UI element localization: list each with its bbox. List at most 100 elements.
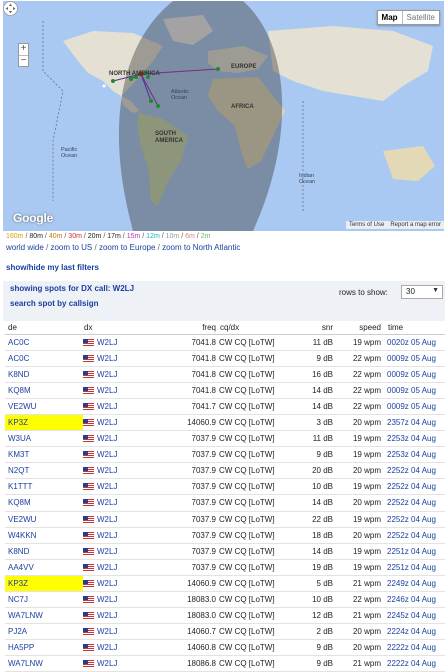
zoom-north-atlantic-link[interactable]: zoom to North Atlantic [162, 243, 240, 252]
dx-callsign[interactable]: W2LJ [97, 659, 117, 668]
cell-time[interactable]: 2253z 04 Aug [387, 430, 445, 448]
cell-dx[interactable]: W2LJ [83, 446, 133, 464]
cell-dx[interactable]: W2LJ [83, 607, 133, 625]
cell-de[interactable]: K1TTT [5, 478, 83, 496]
cell-dx[interactable]: W2LJ [83, 623, 133, 641]
cell-time[interactable]: 2249z 04 Aug [387, 575, 445, 593]
cell-de[interactable]: K8ND [5, 366, 83, 383]
dx-callsign[interactable]: W2LJ [97, 498, 117, 507]
cell-de[interactable]: AC0C [5, 350, 83, 367]
cell-time[interactable]: 2252z 04 Aug [387, 478, 445, 496]
dx-callsign[interactable]: W2LJ [97, 418, 117, 427]
header-speed[interactable]: speed [337, 321, 387, 335]
cell-dx[interactable]: W2LJ [83, 414, 133, 432]
cell-time[interactable]: 2246z 04 Aug [387, 591, 445, 609]
cell-dx[interactable]: W2LJ [83, 639, 133, 657]
cell-dx[interactable]: W2LJ [83, 559, 133, 576]
cell-time[interactable]: 2252z 04 Aug [387, 462, 445, 480]
cell-de[interactable]: HA5PP [5, 639, 83, 657]
zoom-out-button[interactable]: − [19, 55, 28, 66]
band-17m[interactable]: 17m [107, 233, 121, 240]
cell-time[interactable]: 2245z 04 Aug [387, 607, 445, 625]
cell-dx[interactable]: W2LJ [83, 655, 133, 672]
show-hide-filters-link[interactable]: show/hide my last filters [6, 263, 448, 274]
cell-dx[interactable]: W2LJ [83, 462, 133, 480]
zoom-world-link[interactable]: world wide [6, 243, 44, 252]
cell-de[interactable]: PJ2A [5, 623, 83, 641]
zoom-us-link[interactable]: zoom to US [50, 243, 92, 252]
header-dx[interactable]: dx [83, 321, 133, 335]
cell-de[interactable]: WA7LNW [5, 655, 83, 672]
cell-de[interactable]: AC0C [5, 334, 83, 351]
dx-callsign[interactable]: W2LJ [97, 611, 117, 620]
spot-map[interactable]: NORTH AMERICA EUROPE AFRICA SOUTH AMERIC… [3, 1, 444, 231]
header-de[interactable]: de [5, 321, 83, 335]
cell-time[interactable]: 0009z 05 Aug [387, 382, 445, 399]
map-type-map-button[interactable]: Map [377, 11, 402, 24]
band-160m[interactable]: 160m [6, 233, 24, 240]
cell-dx[interactable]: W2LJ [83, 575, 133, 593]
cell-dx[interactable]: W2LJ [83, 430, 133, 448]
cell-time[interactable]: 2252z 04 Aug [387, 494, 445, 512]
cell-de[interactable]: KM3T [5, 446, 83, 464]
map-type-satellite-button[interactable]: Satellite [401, 11, 439, 24]
cell-dx[interactable]: W2LJ [83, 350, 133, 367]
dx-callsign[interactable]: W2LJ [97, 370, 117, 379]
cell-de[interactable]: KP3Z [5, 414, 83, 432]
search-by-callsign-link[interactable]: search spot by callsign [10, 299, 98, 308]
cell-de[interactable]: AA4VV [5, 559, 83, 576]
cell-time[interactable]: 0009z 05 Aug [387, 350, 445, 367]
cell-de[interactable]: VE2WU [5, 398, 83, 415]
cell-dx[interactable]: W2LJ [83, 591, 133, 609]
dx-callsign[interactable]: W2LJ [97, 595, 117, 604]
dx-callsign[interactable]: W2LJ [97, 627, 117, 636]
dx-callsign[interactable]: W2LJ [97, 547, 117, 556]
dx-callsign[interactable]: W2LJ [97, 515, 117, 524]
cell-de[interactable]: NC7J [5, 591, 83, 609]
cell-de[interactable]: WA7LNW [5, 607, 83, 625]
dx-callsign[interactable]: W2LJ [97, 338, 117, 347]
header-cq-dx[interactable]: cq/dx [219, 321, 293, 335]
dx-callsign[interactable]: W2LJ [97, 402, 117, 411]
cell-time[interactable]: 0009z 05 Aug [387, 398, 445, 415]
dx-callsign[interactable]: W2LJ [97, 531, 117, 540]
cell-time[interactable]: 2357z 04 Aug [387, 414, 445, 432]
band-10m[interactable]: 10m [166, 233, 180, 240]
cell-time[interactable]: 0020z 05 Aug [387, 334, 445, 351]
header-freq[interactable]: freq [133, 321, 219, 335]
band-80m[interactable]: 80m [29, 233, 43, 240]
header-snr[interactable]: snr [293, 321, 337, 335]
cell-de[interactable]: W4KKN [5, 527, 83, 544]
cell-de[interactable]: K8ND [5, 543, 83, 560]
band-12m[interactable]: 12m [146, 233, 160, 240]
cell-time[interactable]: 2253z 04 Aug [387, 446, 445, 464]
cell-time[interactable]: 2251z 04 Aug [387, 543, 445, 560]
cell-de[interactable]: KQ8M [5, 382, 83, 399]
dx-callsign[interactable]: W2LJ [97, 466, 117, 475]
band-6m[interactable]: 6m [185, 233, 195, 240]
dx-callsign[interactable]: W2LJ [97, 434, 117, 443]
cell-de[interactable]: KP3Z [5, 575, 83, 593]
band-15m[interactable]: 15m [127, 233, 141, 240]
cell-time[interactable]: 2224z 04 Aug [387, 623, 445, 641]
zoom-in-button[interactable]: + [19, 44, 28, 55]
band-20m[interactable]: 20m [88, 233, 102, 240]
pan-control-icon[interactable] [3, 1, 18, 16]
cell-de[interactable]: VE2WU [5, 511, 83, 528]
cell-dx[interactable]: W2LJ [83, 334, 133, 351]
zoom-europe-link[interactable]: zoom to Europe [99, 243, 155, 252]
cell-dx[interactable]: W2LJ [83, 382, 133, 399]
dx-callsign[interactable]: W2LJ [97, 450, 117, 459]
cell-dx[interactable]: W2LJ [83, 478, 133, 496]
dx-callsign[interactable]: W2LJ [97, 386, 117, 395]
dx-callsign[interactable]: W2LJ [97, 563, 117, 572]
report-map-error-link[interactable]: Report a map error [387, 221, 444, 229]
rows-to-show-select[interactable]: 30 ▼ [401, 285, 443, 299]
cell-de[interactable]: N2QT [5, 462, 83, 480]
band-2m[interactable]: 2m [201, 233, 211, 240]
cell-time[interactable]: 2252z 04 Aug [387, 527, 445, 544]
cell-de[interactable]: W3UA [5, 430, 83, 448]
dx-callsign[interactable]: W2LJ [97, 354, 117, 363]
cell-dx[interactable]: W2LJ [83, 543, 133, 560]
terms-of-use-link[interactable]: Terms of Use [345, 221, 388, 229]
